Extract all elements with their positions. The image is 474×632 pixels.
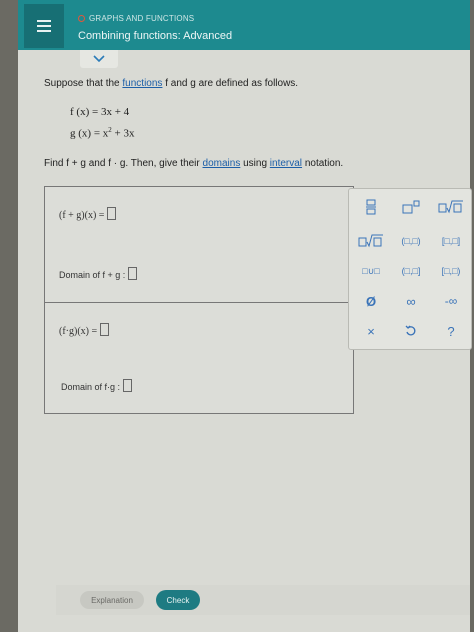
help-button[interactable]: ? xyxy=(433,321,469,341)
empty-set-button[interactable]: Ø xyxy=(353,291,389,311)
progress-ring-icon xyxy=(78,15,85,22)
prompt-text-tail: f and g are defined as follows. xyxy=(162,78,299,89)
explanation-button[interactable]: Explanation xyxy=(80,591,144,609)
collapse-toggle[interactable] xyxy=(80,50,118,68)
product-domain: Domain of f·g : xyxy=(61,379,133,392)
product-answer-input[interactable] xyxy=(100,323,110,336)
undo-icon xyxy=(405,325,416,336)
sum-expression: (f + g)(x) = xyxy=(59,207,117,221)
closed-interval-button[interactable]: [□,□] xyxy=(433,231,469,251)
product-domain-label: Domain of f·g : xyxy=(61,382,121,392)
neg-infinity-button[interactable]: -∞ xyxy=(433,291,469,311)
fraction-button[interactable] xyxy=(353,197,389,217)
sqrt-icon xyxy=(438,200,463,214)
sum-domain: Domain of f + g : xyxy=(59,267,138,280)
math-palette: (□,□) [□,□] □∪□ (□,□] [□,□) Ø ∞ -∞ × ? xyxy=(348,188,472,350)
equation-g-base: g (x) = x xyxy=(70,127,109,140)
interval-link[interactable]: interval xyxy=(270,158,302,169)
union-button[interactable]: □∪□ xyxy=(353,261,389,281)
find-text-tail: notation. xyxy=(302,158,344,169)
top-header: GRAPHS AND FUNCTIONS Combining functions… xyxy=(18,0,470,50)
menu-button[interactable] xyxy=(24,4,64,48)
answer-box: (f + g)(x) = Domain of f + g : (f·g)(x) … xyxy=(44,186,354,414)
check-button[interactable]: Check xyxy=(156,590,200,610)
clear-button[interactable]: × xyxy=(353,321,389,341)
sum-section: (f + g)(x) = Domain of f + g : xyxy=(45,187,353,303)
sum-answer-input[interactable] xyxy=(107,207,117,220)
prompt-text: Suppose that the xyxy=(44,78,123,89)
page-title: Combining functions: Advanced xyxy=(78,30,233,42)
exponent-button[interactable] xyxy=(393,197,429,217)
sqrt-button[interactable] xyxy=(433,197,469,217)
page: GRAPHS AND FUNCTIONS Combining functions… xyxy=(18,0,472,632)
exponent-icon xyxy=(402,200,420,214)
nth-root-icon xyxy=(358,234,383,248)
sum-domain-input[interactable] xyxy=(128,267,138,280)
product-expression-label: (f·g)(x) = xyxy=(59,326,98,337)
find-text: Find f + g and f · g. Then, give their xyxy=(44,158,203,169)
equation-g-tail: + 3x xyxy=(111,127,135,140)
undo-button[interactable] xyxy=(393,321,429,341)
hamburger-icon xyxy=(37,17,51,35)
topic-kicker: GRAPHS AND FUNCTIONS xyxy=(78,14,194,23)
chevron-down-icon xyxy=(93,55,105,63)
domains-link[interactable]: domains xyxy=(203,158,241,169)
equation-g: g (x) = x2 + 3x xyxy=(70,126,135,140)
fraction-icon xyxy=(366,199,376,215)
functions-link[interactable]: functions xyxy=(122,78,162,89)
open-interval-button[interactable]: (□,□) xyxy=(393,231,429,251)
product-domain-input[interactable] xyxy=(123,379,133,392)
find-text-mid: using xyxy=(240,158,270,169)
equation-f: f (x) = 3x + 4 xyxy=(70,106,130,118)
problem-prompt: Suppose that the functions f and g are d… xyxy=(44,78,298,89)
sum-domain-label: Domain of f + g : xyxy=(59,270,126,280)
kicker-label: GRAPHS AND FUNCTIONS xyxy=(89,14,195,23)
instructions: Find f + g and f · g. Then, give their d… xyxy=(44,158,343,169)
half-open-right-button[interactable]: (□,□] xyxy=(393,261,429,281)
nth-root-button[interactable] xyxy=(353,231,389,251)
sum-expression-label: (f + g)(x) = xyxy=(59,210,105,221)
infinity-button[interactable]: ∞ xyxy=(393,291,429,311)
product-expression: (f·g)(x) = xyxy=(59,323,110,337)
half-open-left-button[interactable]: [□,□) xyxy=(433,261,469,281)
